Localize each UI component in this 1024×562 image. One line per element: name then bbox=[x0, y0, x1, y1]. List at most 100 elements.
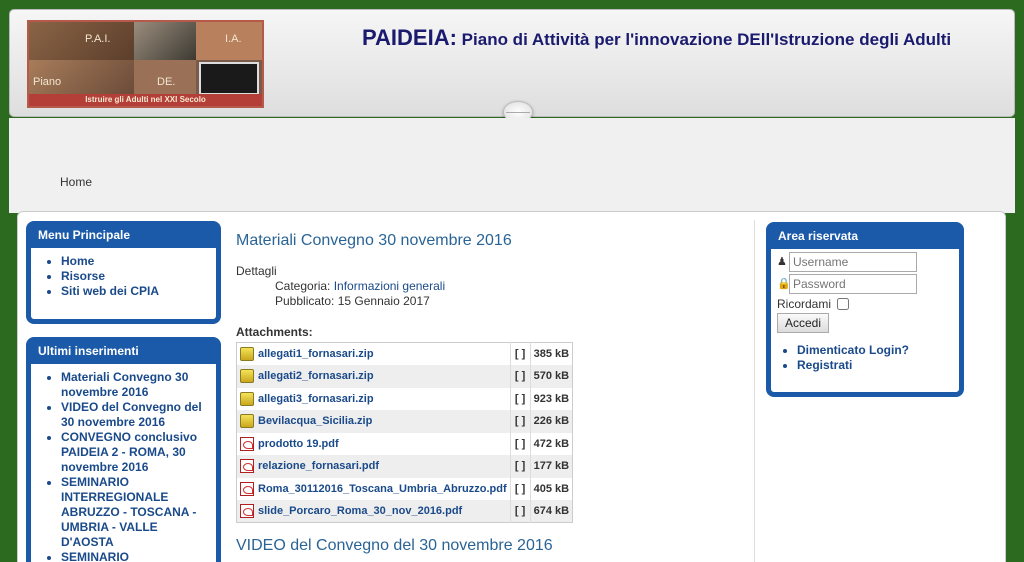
module-title: Area riservata bbox=[771, 227, 959, 249]
article-title[interactable]: Materiali Convegno 30 novembre 2016 bbox=[236, 232, 512, 250]
menu-item-siti-cpia[interactable]: Siti web dei CPIA bbox=[61, 284, 159, 298]
remember-label: Ricordami bbox=[777, 297, 832, 311]
attachment-size: 472 kB bbox=[529, 432, 573, 455]
recent-link[interactable]: SEMINARIO INTERREGIONALE bbox=[61, 550, 168, 562]
published-label: Pubblicato: bbox=[275, 294, 335, 308]
list-item: Risorse bbox=[61, 269, 206, 284]
attachment-row: Roma_30112016_Toscana_Umbria_Abruzzo.pdf… bbox=[237, 477, 573, 501]
logo-label-piano: Piano bbox=[33, 76, 62, 88]
attachment-link[interactable]: Roma_30112016_Toscana_Umbria_Abruzzo.pdf bbox=[258, 483, 507, 495]
logo-label-pai: P.A.I. bbox=[85, 33, 111, 45]
lock-icon: 🔒 bbox=[777, 278, 791, 290]
login-button[interactable]: Accedi bbox=[777, 313, 830, 333]
pdf-file-icon bbox=[240, 481, 254, 496]
site-logo[interactable]: P.A.I. I.A. Piano DE. Istruire gli Adult… bbox=[27, 20, 264, 108]
logo-tile bbox=[134, 22, 196, 60]
attachment-brackets: [ ] bbox=[509, 365, 531, 388]
article-content: Materiali Convegno 30 novembre 2016 Dett… bbox=[236, 212, 756, 562]
area-riservata-module: Area riservata ♟ 🔒 Ricordami Accedi Dime… bbox=[766, 222, 964, 397]
attachment-name-cell: prodotto 19.pdf bbox=[237, 433, 511, 456]
attachment-row: allegati3_fornasari.zip [ ] 923 kB bbox=[237, 387, 573, 410]
attachment-brackets: [ ] bbox=[509, 387, 531, 410]
recent-link[interactable]: VIDEO del Convegno del 30 novembre 2016 bbox=[61, 400, 202, 429]
attachment-row: relazione_fornasari.pdf [ ] 177 kB bbox=[236, 455, 573, 478]
main-container: Menu Principale Home Risorse Siti web de… bbox=[17, 211, 1006, 562]
logo-tile bbox=[199, 62, 259, 95]
list-item: Dimenticato Login? bbox=[797, 343, 953, 358]
list-item: Siti web dei CPIA bbox=[61, 284, 206, 299]
logo-tile bbox=[29, 22, 134, 60]
list-item: Materiali Convegno 30 novembre 2016 bbox=[61, 370, 206, 400]
module-title: Menu Principale bbox=[31, 226, 216, 248]
attachment-name-cell: Roma_30112016_Toscana_Umbria_Abruzzo.pdf bbox=[237, 478, 511, 501]
register-link[interactable]: Registrati bbox=[797, 358, 852, 372]
list-item: VIDEO del Convegno del 30 novembre 2016 bbox=[61, 400, 206, 430]
forgot-login-link[interactable]: Dimenticato Login? bbox=[797, 343, 909, 357]
column-divider bbox=[754, 220, 755, 562]
login-links: Dimenticato Login? Registrati bbox=[777, 343, 953, 373]
password-input[interactable] bbox=[789, 273, 917, 294]
published-row: Pubblicato: 15 Gennaio 2017 bbox=[275, 294, 445, 309]
attachment-row: allegati1_fornasari.zip [ ] 385 kB bbox=[237, 342, 573, 366]
zip-file-icon bbox=[240, 414, 254, 429]
remember-checkbox[interactable] bbox=[837, 298, 850, 310]
menu-item-risorse[interactable]: Risorse bbox=[61, 269, 105, 283]
article-details: Dettagli Categoria: Informazioni general… bbox=[236, 264, 445, 309]
username-input[interactable] bbox=[789, 251, 917, 272]
attachment-name-cell: Bevilacqua_Sicilia.zip bbox=[236, 410, 511, 433]
breadcrumb-area: Home bbox=[9, 118, 1015, 213]
list-item: Home bbox=[61, 254, 206, 269]
attachment-brackets: [ ] bbox=[509, 410, 531, 433]
zip-file-icon bbox=[240, 391, 254, 406]
ultimi-inserimenti-module: Ultimi inserimenti Materiali Convegno 30… bbox=[26, 337, 221, 562]
article-title-2[interactable]: VIDEO del Convegno del 30 novembre 2016 bbox=[236, 537, 553, 555]
recent-list: Materiali Convegno 30 novembre 2016 VIDE… bbox=[41, 370, 206, 562]
category-label: Categoria: bbox=[275, 279, 331, 293]
attachment-brackets: [ ] bbox=[509, 342, 531, 365]
attachment-name-cell: slide_Porcaro_Roma_30_nov_2016.pdf bbox=[236, 500, 511, 523]
menu-item-home[interactable]: Home bbox=[61, 254, 94, 268]
attachment-link[interactable]: relazione_fornasari.pdf bbox=[258, 460, 379, 472]
menu-list: Home Risorse Siti web dei CPIA bbox=[41, 254, 206, 299]
published-date: 15 Gennaio 2017 bbox=[337, 294, 430, 308]
pdf-file-icon bbox=[240, 504, 254, 518]
attachment-link[interactable]: allegati1_fornasari.zip bbox=[258, 348, 374, 360]
list-item: CONVEGNO conclusivo PAIDEIA 2 - ROMA, 30… bbox=[61, 430, 206, 475]
module-title: Ultimi inserimenti bbox=[31, 342, 216, 364]
attachment-name-cell: relazione_fornasari.pdf bbox=[236, 455, 511, 478]
attachment-link[interactable]: allegati2_fornasari.zip bbox=[258, 370, 374, 382]
recent-link[interactable]: SEMINARIO INTERREGIONALE ABRUZZO - TOSCA… bbox=[61, 475, 196, 549]
attachment-size: 570 kB bbox=[529, 365, 573, 388]
attachment-link[interactable]: prodotto 19.pdf bbox=[258, 438, 339, 450]
logo-label-ia: I.A. bbox=[225, 33, 242, 45]
attachment-size: 923 kB bbox=[529, 387, 573, 410]
attachment-row: allegati2_fornasari.zip [ ] 570 kB bbox=[236, 365, 573, 388]
zip-file-icon bbox=[240, 369, 254, 384]
zip-file-icon bbox=[240, 347, 254, 361]
category-row: Categoria: Informazioni generali bbox=[275, 279, 445, 294]
attachment-row: prodotto 19.pdf [ ] 472 kB bbox=[237, 432, 573, 456]
attachment-name-cell: allegati1_fornasari.zip bbox=[237, 343, 511, 366]
site-title-prefix: PAIDEIA: bbox=[362, 25, 457, 50]
attachment-size: 405 kB bbox=[529, 477, 573, 500]
attachment-link[interactable]: Bevilacqua_Sicilia.zip bbox=[258, 415, 372, 427]
recent-link[interactable]: CONVEGNO conclusivo PAIDEIA 2 - ROMA, 30… bbox=[61, 430, 197, 474]
breadcrumb-home[interactable]: Home bbox=[60, 175, 92, 189]
site-title: PAIDEIA: Piano di Attività per l'innovaz… bbox=[362, 25, 951, 51]
attachments-label: Attachments: bbox=[236, 325, 313, 339]
recent-link[interactable]: Materiali Convegno 30 novembre 2016 bbox=[61, 370, 188, 399]
attachment-brackets: [ ] bbox=[509, 477, 531, 500]
attachment-size: 226 kB bbox=[529, 410, 573, 433]
pdf-file-icon bbox=[240, 459, 254, 474]
attachments-table: allegati1_fornasari.zip[ ] 385 kB allegati… bbox=[236, 342, 574, 523]
attachment-link[interactable]: slide_Porcaro_Roma_30_nov_2016.pdf bbox=[258, 505, 462, 517]
site-title-rest: Piano di Attività per l'innovazione DEll… bbox=[461, 30, 952, 49]
pdf-file-icon bbox=[240, 436, 254, 451]
attachment-brackets: [ ] bbox=[509, 455, 531, 478]
attachment-row: slide_Porcaro_Roma_30_nov_2016.pdf [ ] 674… bbox=[236, 500, 573, 523]
details-label: Dettagli bbox=[236, 264, 277, 278]
attachment-size: 674 kB bbox=[529, 500, 573, 523]
menu-principale-module: Menu Principale Home Risorse Siti web de… bbox=[26, 221, 221, 324]
category-link[interactable]: Informazioni generali bbox=[334, 279, 445, 293]
attachment-link[interactable]: allegati3_fornasari.zip bbox=[258, 393, 374, 405]
